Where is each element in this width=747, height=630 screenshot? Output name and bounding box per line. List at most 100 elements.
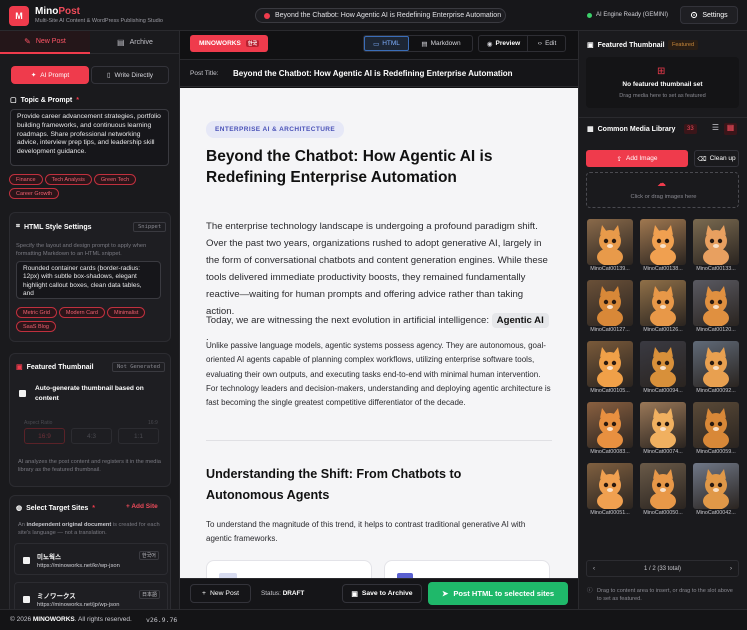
- cat-image: [703, 286, 729, 326]
- gallery-icon: ▦: [587, 126, 594, 133]
- app-root: M MinoPost Multi-Site AI Content & WordP…: [0, 0, 747, 630]
- markdown-icon: ▤: [421, 40, 428, 48]
- media-thumbnail[interactable]: [587, 463, 633, 509]
- thumbnail-desc: AI analyzes the post content and registe…: [18, 459, 161, 473]
- html-style-textarea[interactable]: Rounded container cards (border-radius: …: [16, 261, 161, 299]
- media-thumbnail[interactable]: [693, 341, 739, 387]
- site-selector-tab[interactable]: MINOWORKS 한국: [190, 35, 268, 52]
- topic-chip[interactable]: Tech Analysis: [44, 174, 92, 185]
- auto-thumbnail-checkbox[interactable]: [19, 390, 26, 397]
- media-filename: MinoCat00042...: [696, 510, 736, 516]
- save-archive-button[interactable]: ▣ Save to Archive: [342, 584, 422, 603]
- list-view-icon[interactable]: ☰: [709, 123, 722, 135]
- code-brackets-icon: ‹›: [537, 40, 543, 47]
- ratio-1-1-option[interactable]: 1:1: [118, 428, 159, 444]
- auto-thumbnail-label: Auto-generate thumbnail based on content: [35, 385, 144, 402]
- style-chip[interactable]: Minimalist: [107, 307, 146, 318]
- post-title-label: Post Title:: [190, 70, 219, 77]
- media-thumbnail[interactable]: [693, 402, 739, 448]
- comparison-card: [384, 560, 550, 578]
- featured-dropzone[interactable]: ⊞ No featured thumbnail set Drag media h…: [586, 57, 739, 108]
- cat-image: [703, 408, 729, 448]
- add-image-button[interactable]: ⇪ Add Image: [586, 150, 688, 167]
- media-filename: MinoCat00051...: [590, 510, 630, 516]
- tab-new-post[interactable]: ✎ New Post: [0, 31, 90, 54]
- site-lang-badge: 한국: [245, 40, 260, 47]
- style-chips: Metric Grid Modern Card Minimalist SaaS Blo…: [16, 307, 166, 335]
- preview-label: Preview: [495, 40, 521, 47]
- media-thumbnail[interactable]: [587, 402, 633, 448]
- image-dropzone[interactable]: ☁ Click or drag images here: [586, 172, 739, 208]
- desc-bold: independent original document: [26, 522, 112, 528]
- media-thumbnail[interactable]: [587, 341, 633, 387]
- ratio-16-9-option[interactable]: 16:9: [24, 428, 65, 444]
- site-lang: 한국어: [139, 551, 159, 560]
- library-heading: ▦ Common Media Library: [587, 125, 675, 134]
- cat-image: [703, 225, 729, 265]
- media-thumbnail[interactable]: [693, 280, 739, 326]
- tab-archive[interactable]: ▤ Archive: [90, 31, 180, 54]
- topic-chip[interactable]: Career Growth: [9, 188, 60, 199]
- divider: [578, 117, 747, 118]
- cleanup-button[interactable]: ⌫ Clean up: [694, 150, 739, 167]
- gear-icon: [691, 11, 698, 19]
- topic-chip[interactable]: Green Tech: [93, 174, 137, 185]
- doc-paragraph: The enterprise technology landscape is u…: [206, 221, 548, 317]
- media-thumbnail[interactable]: [693, 463, 739, 509]
- target-sites-card: ◍ Select Target Sites * + Add Site An in…: [9, 495, 171, 614]
- aspect-ratio-label: Aspect Ratio: [24, 420, 53, 426]
- cat-image: [650, 286, 676, 326]
- cat-image: [597, 408, 623, 448]
- topic-textarea[interactable]: Provide career advancement strategies, p…: [10, 109, 169, 166]
- edit-icon: ✎: [24, 37, 31, 46]
- site-checkbox[interactable]: [23, 557, 30, 564]
- cat-image: [597, 469, 623, 509]
- media-thumbnail[interactable]: [640, 341, 686, 387]
- prev-page-icon[interactable]: ‹: [593, 566, 595, 572]
- site-url: https://minoworks.net/kr/wp-json: [37, 563, 120, 569]
- style-chip[interactable]: SaaS Blog: [16, 321, 56, 332]
- media-thumbnail[interactable]: [640, 280, 686, 326]
- next-page-icon[interactable]: ›: [730, 566, 732, 572]
- style-chip[interactable]: Metric Grid: [16, 307, 57, 318]
- settings-button[interactable]: Settings: [680, 6, 738, 24]
- post-title-input[interactable]: Beyond the Chatbot: How Agentic AI is Re…: [233, 69, 513, 78]
- edit-button[interactable]: ‹› Edit: [530, 36, 564, 51]
- featured-badge: Featured: [668, 40, 699, 50]
- ai-status: AI Engine Ready (GEMINI): [587, 12, 668, 18]
- aspect-ratio-value: 16:9: [148, 420, 158, 426]
- post-to-sites-button[interactable]: ➤ Post HTML to selected sites: [428, 582, 568, 605]
- ratio-4-3-option[interactable]: 4:3: [71, 428, 112, 444]
- preview-button[interactable]: ◉ Preview: [480, 36, 528, 51]
- add-image-icon: ⊞: [657, 66, 666, 77]
- view-markdown-label: Markdown: [430, 40, 461, 47]
- style-chip[interactable]: Modern Card: [58, 307, 105, 318]
- highlight-term: Agentic AI: [491, 313, 549, 328]
- view-markdown-button[interactable]: ▤ Markdown: [412, 36, 470, 51]
- media-thumbnail[interactable]: [587, 280, 633, 326]
- mode-ai-prompt[interactable]: ✦ AI Prompt: [11, 66, 89, 84]
- image-icon: ▣: [16, 364, 23, 371]
- media-filename: MinoCat00050...: [643, 510, 683, 516]
- doc-divider: [206, 440, 552, 441]
- media-thumbnail[interactable]: [640, 402, 686, 448]
- brand-main: Mino: [35, 6, 59, 17]
- cat-image: [703, 347, 729, 387]
- site-checkbox[interactable]: [23, 596, 30, 603]
- grid-view-icon[interactable]: ▦: [724, 123, 737, 135]
- not-generated-badge: Not Generated: [112, 362, 166, 372]
- mode-write-directly[interactable]: ▯ Write Directly: [91, 66, 169, 84]
- media-filename: MinoCat00094...: [643, 388, 683, 394]
- media-thumbnail[interactable]: [587, 219, 633, 265]
- media-thumbnail[interactable]: [693, 219, 739, 265]
- media-filename: MinoCat00127...: [590, 327, 630, 333]
- media-thumbnail[interactable]: [640, 463, 686, 509]
- add-site-button[interactable]: + Add Site: [126, 503, 158, 510]
- post-to-sites-label: Post HTML to selected sites: [453, 589, 555, 598]
- media-thumbnail[interactable]: [640, 219, 686, 265]
- new-post-button[interactable]: + New Post: [190, 584, 251, 603]
- view-html-button[interactable]: ▭ HTML: [364, 36, 409, 51]
- site-item[interactable]: 미노웍스 한국어 https://minoworks.net/kr/wp-jso…: [14, 543, 168, 575]
- topic-chip[interactable]: Finance: [9, 174, 43, 185]
- target-sites-desc: An independent original document is crea…: [18, 521, 168, 537]
